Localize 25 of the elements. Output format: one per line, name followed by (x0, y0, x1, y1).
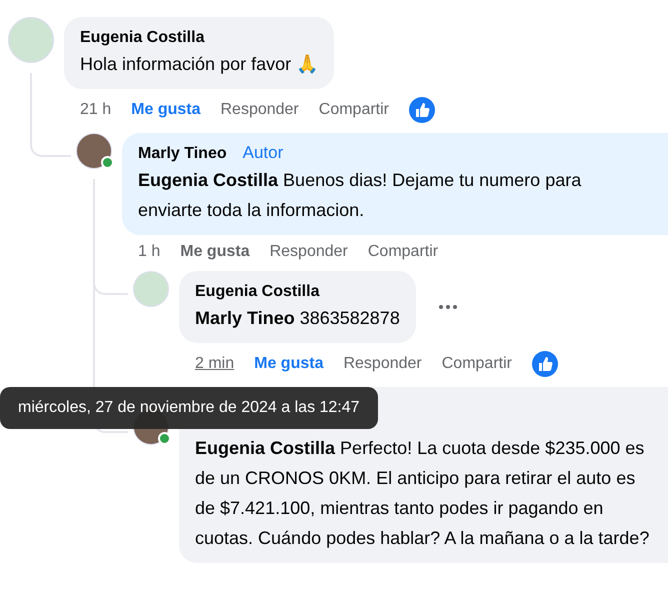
comment-text: Eugenia Costilla Buenos dias! Dejame tu numero para enviarte toda la informacion. (138, 169, 582, 222)
author-name[interactable]: Eugenia Costilla (80, 27, 204, 49)
timestamp-link[interactable]: 1 h (138, 243, 160, 261)
like-button[interactable]: Me gusta (180, 243, 250, 261)
comment-text: Hola información por favor 🙏 (80, 53, 318, 76)
author-label: Autor (242, 143, 284, 163)
more-options-icon[interactable] (438, 304, 458, 310)
share-button[interactable]: Compartir (368, 243, 438, 261)
avatar[interactable] (76, 133, 112, 169)
author-name[interactable]: Marly Tineo (138, 143, 227, 165)
timestamp-link[interactable]: 2 min (195, 355, 234, 373)
comment-text: Marly Tineo 3863582878 (195, 307, 400, 330)
share-button[interactable]: Compartir (318, 101, 389, 119)
thumbs-up-icon[interactable] (532, 351, 558, 377)
reply-button[interactable]: Responder (343, 355, 422, 373)
thumbs-up-icon[interactable] (409, 97, 435, 123)
author-name[interactable]: Eugenia Costilla (195, 281, 320, 303)
like-button[interactable]: Me gusta (254, 355, 324, 373)
reply-button[interactable]: Responder (270, 243, 348, 261)
timestamp-link[interactable]: 21 h (80, 101, 112, 119)
reply-button[interactable]: Responder (220, 101, 299, 119)
share-button[interactable]: Compartir (442, 355, 512, 373)
date-tooltip: miércoles, 27 de noviembre de 2024 a las 12:47 (0, 387, 378, 429)
like-button[interactable]: Me gusta (131, 101, 200, 119)
comment-text: Eugenia Costilla Perfecto! La cuota desde $235.000 es de un CRONOS 0KM. El anticipo para retirar el auto es de $7.421.100, mientras tanto podes ir pagando en cuotas. Cuándo podes hablar? A la mañana o a la tarde? (195, 437, 650, 550)
